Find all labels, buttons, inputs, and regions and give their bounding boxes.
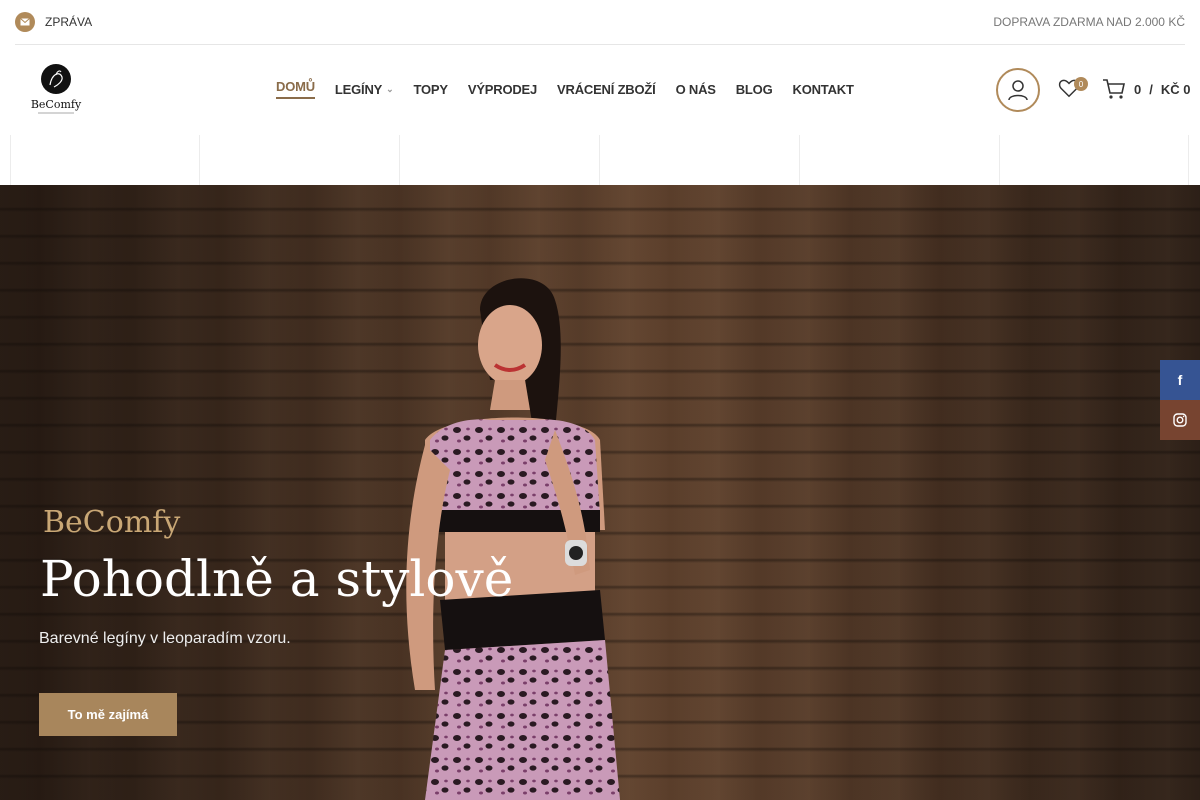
main-header: BeComfy DOMŮ LEGÍNY ⌄ TOPY VÝPRODEJ VRÁC… bbox=[0, 45, 1200, 135]
nav-item-domu[interactable]: DOMŮ bbox=[276, 79, 315, 99]
nav-item-vraceni-zbozi[interactable]: VRÁCENÍ ZBOŽÍ bbox=[557, 79, 656, 99]
logo-text: BeComfy bbox=[31, 98, 82, 111]
facebook-icon: f bbox=[1177, 372, 1183, 388]
strip-cell bbox=[999, 135, 1189, 185]
hero-cta-button[interactable]: To mě zajímá bbox=[39, 693, 177, 736]
shipping-notice: DOPRAVA ZDARMA NAD 2.000 KČ bbox=[993, 15, 1185, 29]
cart-total: KČ 0 bbox=[1160, 81, 1191, 97]
hero-title: Pohodlně a stylově bbox=[40, 550, 514, 608]
top-bar: ZPRÁVA DOPRAVA ZDARMA NAD 2.000 KČ bbox=[0, 0, 1200, 44]
envelope-icon bbox=[15, 12, 35, 32]
hero-brand: BeComfy bbox=[43, 505, 181, 540]
strip-cell bbox=[799, 135, 999, 185]
strip-cell bbox=[199, 135, 399, 185]
account-button[interactable] bbox=[996, 68, 1040, 112]
facebook-link[interactable]: f bbox=[1160, 360, 1200, 400]
chevron-down-icon: ⌄ bbox=[386, 83, 394, 94]
hero-model-image bbox=[406, 278, 620, 800]
nav-item-o-nas[interactable]: O NÁS bbox=[676, 79, 716, 99]
strip-cell bbox=[399, 135, 599, 185]
message-label: ZPRÁVA bbox=[45, 15, 93, 29]
hero-banner: BeComfy Pohodlně a stylově Barevné legín… bbox=[0, 185, 1200, 800]
message-link[interactable]: ZPRÁVA bbox=[15, 12, 92, 32]
nav-item-leginy[interactable]: LEGÍNY ⌄ bbox=[335, 79, 394, 99]
main-nav: DOMŮ LEGÍNY ⌄ TOPY VÝPRODEJ VRÁCENÍ ZBOŽ… bbox=[276, 79, 854, 99]
nav-item-vyprodej[interactable]: VÝPRODEJ bbox=[468, 79, 537, 99]
category-strip bbox=[0, 135, 1200, 185]
strip-cell bbox=[599, 135, 799, 185]
cart-separator: / bbox=[1149, 81, 1153, 97]
site-logo[interactable]: BeComfy bbox=[30, 63, 82, 117]
nav-item-blog[interactable]: BLOG bbox=[736, 79, 773, 99]
hero-subtitle: Barevné legíny v leoparadím vzoru. bbox=[39, 630, 291, 647]
cart-icon bbox=[1103, 79, 1125, 99]
instagram-link[interactable] bbox=[1160, 400, 1200, 440]
nav-item-topy[interactable]: TOPY bbox=[413, 79, 448, 99]
strip-cell bbox=[10, 135, 200, 185]
wishlist-count-badge: 0 bbox=[1074, 77, 1088, 91]
cart-button[interactable]: 0 / KČ 0 bbox=[1102, 78, 1190, 100]
cart-count: 0 bbox=[1134, 81, 1142, 97]
instagram-icon bbox=[1173, 413, 1187, 427]
nav-item-kontakt[interactable]: KONTAKT bbox=[793, 79, 854, 99]
user-icon bbox=[1008, 80, 1028, 101]
